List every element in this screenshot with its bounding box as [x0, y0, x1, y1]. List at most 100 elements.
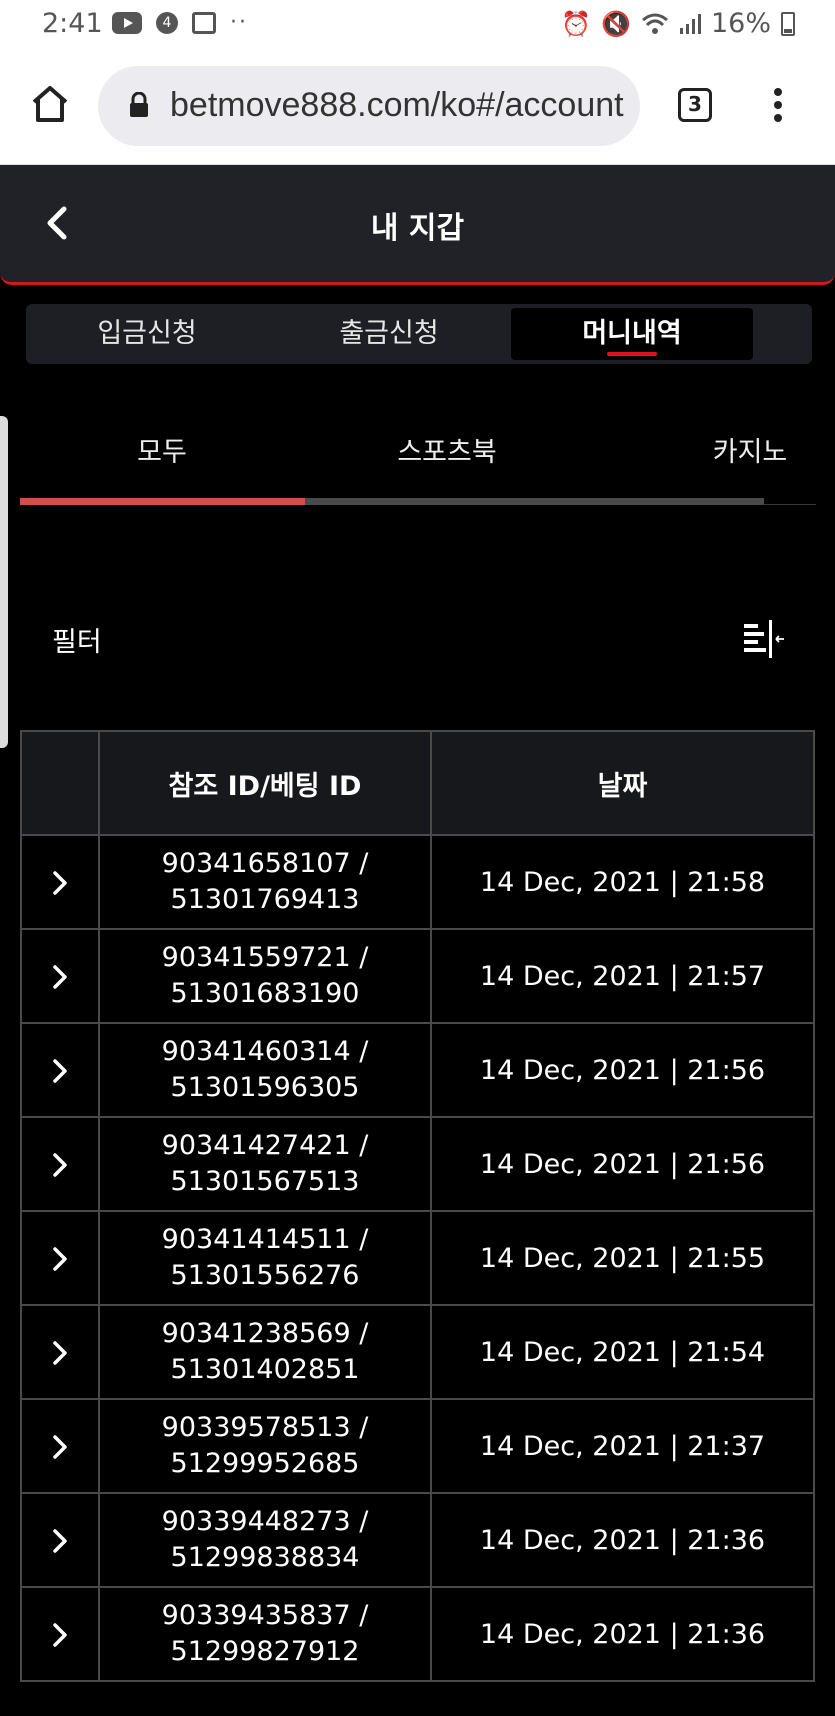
- filter-label: 필터: [52, 627, 102, 658]
- history-filter-tabs: 모두 스포츠북 카지노: [20, 410, 816, 510]
- reference-id-cell: 90341238569 / 51301402851: [98, 1304, 432, 1400]
- tab-label: 머니내역: [582, 318, 682, 349]
- ref-id: 90339448273 /: [161, 1506, 369, 1537]
- notification-count-icon: 4: [156, 12, 178, 34]
- status-time: 2:41: [42, 8, 103, 39]
- tab-money-history[interactable]: 머니내역: [511, 308, 753, 360]
- subtab-active-indicator: [20, 498, 305, 505]
- app-header: 내 지갑: [0, 165, 835, 285]
- table-row[interactable]: 90341658107 / 51301769413 14 Dec, 2021 | …: [20, 834, 815, 930]
- bet-id: 51299952685: [170, 1448, 360, 1479]
- bet-id: 51299838834: [170, 1542, 360, 1573]
- date-cell: 14 Dec, 2021 | 21:55: [430, 1210, 815, 1306]
- ref-id: 90341460314 /: [161, 1036, 369, 1067]
- reference-id-cell: 90341414511 / 51301556276: [98, 1210, 432, 1306]
- table-row[interactable]: 90341559721 / 51301683190 14 Dec, 2021 | …: [20, 928, 815, 1024]
- date-cell: 14 Dec, 2021 | 21:36: [430, 1492, 815, 1588]
- reference-id-cell: 90339578513 / 51299952685: [98, 1398, 432, 1494]
- tab-deposit-request[interactable]: 입금신청: [26, 308, 268, 360]
- header-reference-id: 참조 ID/베팅 ID: [98, 730, 432, 836]
- battery-percent: 16%: [710, 8, 771, 39]
- reference-id-cell: 90341427421 / 51301567513: [98, 1116, 432, 1212]
- mute-icon: 🔇: [601, 9, 631, 38]
- chevron-right-icon: [53, 1435, 67, 1459]
- browser-menu-icon[interactable]: [768, 88, 788, 128]
- chevron-right-icon: [53, 1529, 67, 1553]
- reference-id-cell: 90341658107 / 51301769413: [98, 834, 432, 930]
- alarm-icon: ⏰: [561, 9, 592, 38]
- wifi-icon: [642, 13, 668, 34]
- lock-icon: [130, 92, 148, 117]
- table-row[interactable]: 90339578513 / 51299952685 14 Dec, 2021 | …: [20, 1398, 815, 1494]
- browser-toolbar: betmove888.com/ko#/account 3: [0, 52, 835, 165]
- table-row[interactable]: 90339448273 / 51299838834 14 Dec, 2021 | …: [20, 1492, 815, 1588]
- filter-toggle-icon[interactable]: [742, 620, 784, 658]
- table-header-row: 참조 ID/베팅 ID 날짜: [20, 730, 815, 836]
- money-history-table: 참조 ID/베팅 ID 날짜 90341658107 / 51301769413 …: [20, 730, 815, 1682]
- bet-id: 51301556276: [170, 1260, 360, 1291]
- table-row[interactable]: 90341460314 / 51301596305 14 Dec, 2021 | …: [20, 1022, 815, 1118]
- date-cell: 14 Dec, 2021 | 21:56: [430, 1022, 815, 1118]
- tab-label: 출금신청: [339, 318, 439, 349]
- table-row[interactable]: 90341414511 / 51301556276 14 Dec, 2021 | …: [20, 1210, 815, 1306]
- ref-id: 90341238569 /: [161, 1318, 369, 1349]
- address-bar[interactable]: betmove888.com/ko#/account: [98, 66, 640, 146]
- bet-id: 51301683190: [170, 978, 360, 1009]
- ref-id: 90341658107 /: [161, 848, 369, 879]
- page-title: 내 지갑: [370, 211, 465, 246]
- date-cell: 14 Dec, 2021 | 21:58: [430, 834, 815, 930]
- expand-row-button[interactable]: [20, 1586, 100, 1682]
- bet-id: 51301402851: [170, 1354, 360, 1385]
- expand-row-button[interactable]: [20, 1116, 100, 1212]
- date-cell: 14 Dec, 2021 | 21:57: [430, 928, 815, 1024]
- subtab-casino[interactable]: 카지노: [620, 430, 835, 469]
- expand-row-button[interactable]: [20, 928, 100, 1024]
- chevron-right-icon: [53, 871, 67, 895]
- reference-id-cell: 90339448273 / 51299838834: [98, 1492, 432, 1588]
- date-cell: 14 Dec, 2021 | 21:56: [430, 1116, 815, 1212]
- home-icon[interactable]: [28, 82, 72, 126]
- ref-id: 90341559721 /: [161, 942, 369, 973]
- wallet-tabs: 입금신청 출금신청 머니내역: [26, 304, 812, 364]
- chevron-right-icon: [53, 1623, 67, 1647]
- subtab-all[interactable]: 모두: [20, 430, 304, 469]
- subtab-divider: [764, 504, 816, 505]
- header-date: 날짜: [430, 730, 815, 836]
- table-row[interactable]: 90341427421 / 51301567513 14 Dec, 2021 | …: [20, 1116, 815, 1212]
- gallery-icon: [192, 12, 216, 34]
- tab-withdraw-request[interactable]: 출금신청: [268, 308, 510, 360]
- expand-row-button[interactable]: [20, 834, 100, 930]
- expand-row-button[interactable]: [20, 1210, 100, 1306]
- reference-id-cell: 90341460314 / 51301596305: [98, 1022, 432, 1118]
- expand-row-button[interactable]: [20, 1304, 100, 1400]
- more-notifications-icon: ··: [230, 10, 248, 35]
- table-row[interactable]: 90339435837 / 51299827912 14 Dec, 2021 | …: [20, 1586, 815, 1682]
- url-text[interactable]: betmove888.com/ko#/account: [170, 86, 624, 125]
- bet-id: 51301596305: [170, 1072, 360, 1103]
- chevron-right-icon: [53, 1341, 67, 1365]
- tab-switcher-button[interactable]: 3: [678, 88, 712, 122]
- date-cell: 14 Dec, 2021 | 21:37: [430, 1398, 815, 1494]
- date-cell: 14 Dec, 2021 | 21:54: [430, 1304, 815, 1400]
- table-row[interactable]: 90341238569 / 51301402851 14 Dec, 2021 | …: [20, 1304, 815, 1400]
- expand-row-button[interactable]: [20, 1022, 100, 1118]
- ref-id: 90341414511 /: [161, 1224, 369, 1255]
- active-tab-indicator: [607, 352, 657, 356]
- chevron-right-icon: [53, 965, 67, 989]
- reference-id-cell: 90341559721 / 51301683190: [98, 928, 432, 1024]
- bet-id: 51301769413: [170, 884, 360, 915]
- signal-icon: [679, 13, 701, 34]
- chevron-right-icon: [53, 1153, 67, 1177]
- expand-row-button[interactable]: [20, 1492, 100, 1588]
- ref-id: 90339578513 /: [161, 1412, 369, 1443]
- side-scroll-handle[interactable]: [0, 416, 8, 748]
- bet-id: 51299827912: [170, 1636, 360, 1667]
- ref-id: 90339435837 /: [161, 1600, 369, 1631]
- tab-label: 입금신청: [97, 318, 197, 349]
- expand-row-button[interactable]: [20, 1398, 100, 1494]
- chevron-right-icon: [53, 1247, 67, 1271]
- subtab-sportsbook[interactable]: 스포츠북: [305, 430, 589, 469]
- ref-id: 90341427421 /: [161, 1130, 369, 1161]
- status-bar: 2:41 4 ·· ⏰ 🔇 16%: [0, 0, 835, 52]
- chevron-right-icon: [53, 1059, 67, 1083]
